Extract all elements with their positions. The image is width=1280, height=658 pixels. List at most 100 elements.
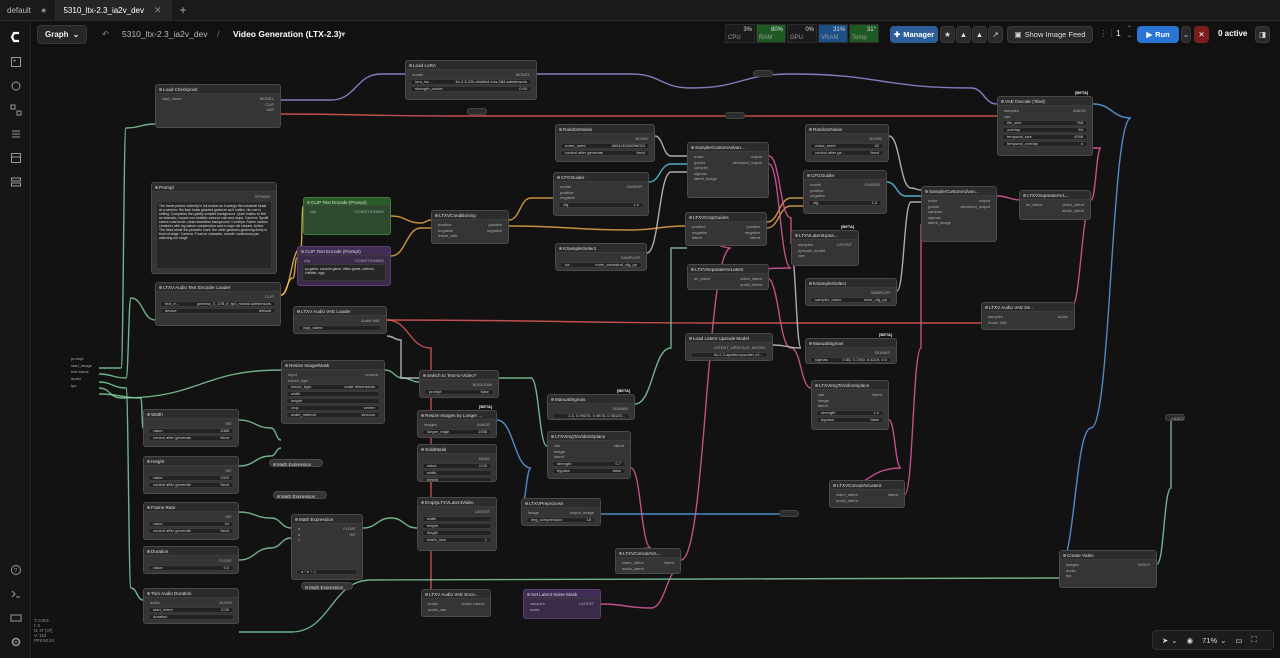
node-widget[interactable]: temporal_overlap 4 xyxy=(1002,141,1088,147)
node-widget[interactable]: overlap 64 xyxy=(1002,127,1088,133)
node-widget[interactable]: start_index 0.00 xyxy=(148,606,234,613)
output-slot[interactable]: INT xyxy=(226,468,232,473)
node-title[interactable]: Math Expression xyxy=(302,583,352,589)
star-icon[interactable]: ★ xyxy=(940,26,955,43)
node-title[interactable]: Frame Rate xyxy=(144,503,238,512)
node-cfg-guider-1[interactable]: CFGGuider model GUIDER positive negative cfg 1… xyxy=(553,172,649,216)
input-slot[interactable]: video_latent xyxy=(836,492,858,497)
input-slot[interactable]: model xyxy=(560,184,571,189)
node-math-expr-main[interactable]: Math Expression a FLOAT b INT c a * b + 1 xyxy=(291,514,363,580)
input-slot[interactable]: upscale_model xyxy=(798,248,825,253)
node-ltxv-preprocess[interactable]: LTXVPreprocess image output_image img_compr… xyxy=(521,498,601,526)
node-widget[interactable]: sampler_name euler_cfg_pp xyxy=(810,296,892,303)
output-slot[interactable]: SIGMAS xyxy=(612,406,628,411)
input-slot[interactable]: frame_rate xyxy=(438,233,457,238)
input-pin-label[interactable]: start_image xyxy=(71,363,95,368)
input-slot[interactable]: images xyxy=(424,422,437,427)
node-link[interactable] xyxy=(1156,420,1172,565)
templates-icon[interactable] xyxy=(8,150,23,165)
input-slot[interactable]: audio xyxy=(1066,568,1076,573)
node-manual-sigmas-1[interactable]: ManualSigmas SIGMAS sigmas 0.85, 0.7250, 0.… xyxy=(805,338,897,364)
node-title[interactable]: Switch to Text-to-Video? xyxy=(420,371,498,380)
node-title[interactable]: Width xyxy=(144,410,238,419)
input-slot[interactable]: samples xyxy=(988,314,1003,319)
input-slot[interactable]: ckpt_name xyxy=(162,96,182,101)
prompt-textarea[interactable]: The frame pulses violently in full motio… xyxy=(156,201,272,269)
node-link[interactable] xyxy=(390,227,431,257)
node-widget[interactable]: text_e... gemma_3_12B_it_fp4_mixed.safete… xyxy=(160,300,276,307)
fit-view-icon[interactable]: ⛶ xyxy=(1252,635,1257,645)
input-pin-label[interactable]: prompt xyxy=(71,356,95,361)
input-slot[interactable]: c xyxy=(298,537,300,542)
node-link[interactable] xyxy=(98,381,144,601)
output-slot[interactable]: GUIDER xyxy=(626,184,642,189)
node-link[interactable] xyxy=(646,171,687,254)
input-slot[interactable]: audio_latent xyxy=(622,566,644,571)
input-slot[interactable]: latent_image xyxy=(694,176,717,181)
output-slot[interactable]: IMAGE xyxy=(1073,108,1086,113)
input-slot[interactable]: negative xyxy=(438,228,453,233)
reroute-node[interactable] xyxy=(467,108,487,115)
node-title[interactable]: LTXV Audio VAE De... xyxy=(982,303,1074,312)
node-resize-image-mask[interactable]: Resize Image/Mask input resized resize_type… xyxy=(281,360,385,424)
node-widget[interactable]: noise_seed 42 xyxy=(810,142,884,149)
node-title[interactable]: Load Checkpoint xyxy=(156,85,280,94)
node-title[interactable]: VAE Decode (Tiled) xyxy=(998,97,1092,106)
output-slot[interactable]: SAMPLER xyxy=(621,255,640,260)
close-icon[interactable]: ✕ xyxy=(154,5,162,16)
node-ltxv-conditioning[interactable]: LTXVConditioning positive positive negative… xyxy=(431,210,509,244)
output-slot[interactable]: STRING xyxy=(255,194,270,199)
node-title[interactable]: LTXVLatentUpsa... xyxy=(792,231,858,240)
output-slot[interactable]: BOOLEAN xyxy=(473,382,492,387)
node-link[interactable] xyxy=(537,73,998,105)
node-ltxv-latent-upsampler[interactable]: LTXVLatentUpsa... samples LATENT upscale_mo… xyxy=(791,230,859,266)
node-switch-text-video[interactable]: Switch to Text-to-Video? BOOLEAN prompt fal… xyxy=(419,370,499,398)
node-title[interactable]: LTXV Audio VAE Enco... xyxy=(422,590,490,599)
terminal-icon[interactable] xyxy=(8,586,23,601)
node-link[interactable] xyxy=(239,577,1060,633)
keyboard-icon[interactable] xyxy=(8,610,23,625)
node-link[interactable] xyxy=(238,511,292,529)
output-slot[interactable]: negative xyxy=(745,230,760,235)
output-slot[interactable]: MASK xyxy=(479,456,490,461)
node-widget[interactable]: strength 0.7 xyxy=(552,460,626,467)
node-widget[interactable]: tile_size 768 xyxy=(1002,120,1088,126)
node-title[interactable]: Load Latent Upscale Model xyxy=(686,334,772,343)
node-link[interactable] xyxy=(386,319,981,324)
input-slot[interactable]: guider xyxy=(694,160,705,165)
pointer-icon[interactable]: ➤ xyxy=(1162,636,1168,645)
node-manual-sigmas-2[interactable]: ManualSigmas SIGMAS 1.0, 0.99375, 0.9875, … xyxy=(547,394,635,420)
new-tab-button[interactable]: + xyxy=(172,0,195,20)
output-slot[interactable]: Audio Latent xyxy=(462,601,484,606)
input-slot[interactable]: noise xyxy=(928,198,938,203)
alert-icon[interactable]: ▲ xyxy=(956,26,971,43)
input-slot[interactable]: positive xyxy=(438,222,452,227)
output-slot[interactable]: INT xyxy=(226,421,232,426)
node-ltxv-crop-guides[interactable]: LTXVCropGuides positive positive negative ne… xyxy=(685,212,767,246)
node-title[interactable]: LTXVConcatAVLatent xyxy=(830,481,904,490)
input-pin-label[interactable]: audio xyxy=(71,376,95,381)
node-sampler-custom-1[interactable]: SamplerCustomAdvan... noise output guider de… xyxy=(687,142,769,198)
queue-count-input[interactable]: 1 xyxy=(1116,28,1121,38)
input-slot[interactable]: av_latent xyxy=(694,276,710,281)
output-slot[interactable]: latent xyxy=(614,443,624,448)
node-title[interactable]: LTXVImgToVideoInplace xyxy=(548,432,630,441)
output-slot[interactable]: audio_latent xyxy=(1062,208,1084,213)
node-title[interactable]: RandomNoise xyxy=(556,125,654,134)
input-slot[interactable]: mask xyxy=(530,607,540,612)
output-slot[interactable]: MODEL xyxy=(260,96,274,101)
node-ltxv-concat-1[interactable]: LTXVConcatAVLatent video_latent latent audi… xyxy=(829,480,905,508)
undo-icon[interactable]: ↶ xyxy=(102,29,109,40)
minimap-icon[interactable]: ▭ xyxy=(1235,636,1242,645)
tab-workflow[interactable]: 5310_ltx-2.3_ia2v_dev ✕ xyxy=(56,0,172,20)
output-slot[interactable]: AUDIO xyxy=(219,600,232,605)
input-slot[interactable]: clip xyxy=(310,209,316,214)
node-title[interactable]: CFGGuider xyxy=(804,171,886,180)
node-title[interactable]: Load LoRA xyxy=(406,61,536,70)
input-slot[interactable]: Audio VAE xyxy=(988,320,1007,325)
node-link[interactable] xyxy=(508,197,553,221)
node-load-lora[interactable]: Load LoRA model MODEL lora_na... ltx-2.3-22b… xyxy=(405,60,537,100)
node-title[interactable]: Math Expression xyxy=(270,460,322,466)
node-widget[interactable]: length xyxy=(422,529,492,536)
input-slot[interactable]: latent xyxy=(818,403,828,408)
